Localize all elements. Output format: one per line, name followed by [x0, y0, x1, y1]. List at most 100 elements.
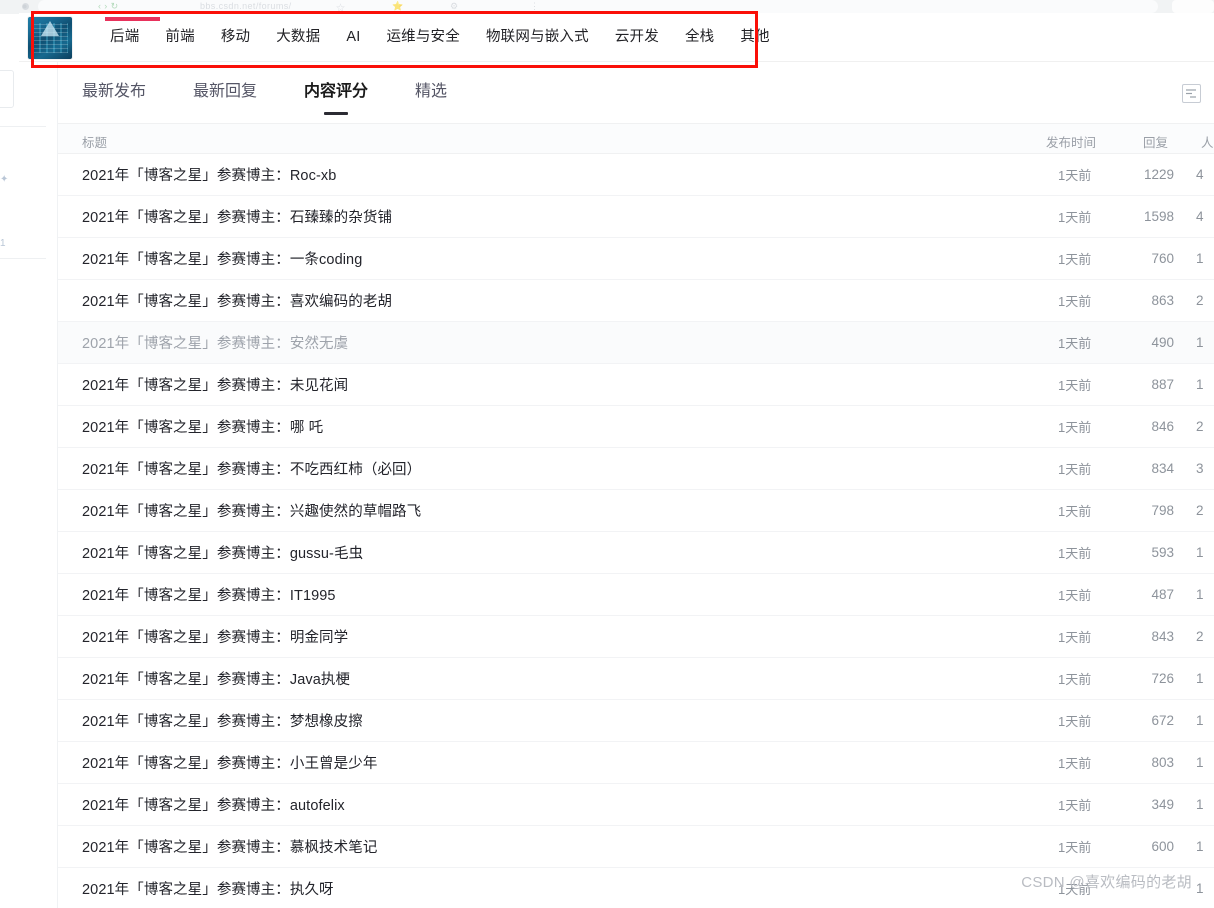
- table-row[interactable]: 2021年「博客之星」参赛博主：autofelix 1天前 349 1: [58, 784, 1214, 826]
- nav-item-1[interactable]: 前端: [152, 13, 207, 62]
- table-row[interactable]: 2021年「博客之星」参赛博主：慕枫技术笔记 1天前 600 1: [58, 826, 1214, 868]
- topic-reply-count: 593: [1151, 545, 1174, 560]
- topic-title-link[interactable]: 2021年「博客之星」参赛博主：一条coding: [82, 248, 362, 269]
- table-row[interactable]: 2021年「博客之星」参赛博主：Roc-xb 1天前 1229 4: [58, 154, 1214, 196]
- topic-title-link[interactable]: 2021年「博客之星」参赛博主：未见花闻: [82, 374, 348, 395]
- table-row[interactable]: 2021年「博客之星」参赛博主：安然无虞 1天前 490 1: [58, 322, 1214, 364]
- topic-publish-time: 1天前: [1058, 336, 1092, 351]
- topic-view-count: 1: [1196, 881, 1204, 896]
- topic-publish-time: 1天前: [1058, 714, 1092, 729]
- topic-title-link[interactable]: 2021年「博客之星」参赛博主：慕枫技术笔记: [82, 836, 377, 857]
- topic-publish-time: 1天前: [1058, 420, 1092, 435]
- table-header-row: 标题 发布时间 回复 人: [58, 124, 1214, 154]
- sort-tab-3[interactable]: 精选: [415, 84, 447, 102]
- topic-title-link[interactable]: 2021年「博客之星」参赛博主：Roc-xb: [82, 164, 336, 185]
- ghost-mark-number: 1: [0, 238, 6, 249]
- forum-topic-list[interactable]: 2021年「博客之星」参赛博主：Roc-xb 1天前 1229 4 2021年「博客之星…: [58, 154, 1214, 908]
- topic-view-count: 1: [1196, 713, 1204, 728]
- topic-title-link[interactable]: 2021年「博客之星」参赛博主：安然无虞: [82, 332, 348, 353]
- table-row[interactable]: 2021年「博客之星」参赛博主：梦想橡皮擦 1天前 672 1: [58, 700, 1214, 742]
- table-row[interactable]: 2021年「博客之星」参赛博主：小王曾是少年 1天前 803 1: [58, 742, 1214, 784]
- nav-item-6[interactable]: 物联网与嵌入式: [473, 13, 602, 62]
- table-row[interactable]: 2021年「博客之星」参赛博主：Java执梗 1天前 726 1: [58, 658, 1214, 700]
- topic-reply-count: 1598: [1143, 209, 1174, 224]
- topic-view-count: 1: [1196, 251, 1204, 266]
- ghost-sidebar: ✦ 1: [0, 62, 58, 908]
- forum-content-panel: 最新发布 最新回复 内容评分 精选 标题 发布时间 回复 人 2021年「博客之星」参…: [58, 62, 1214, 908]
- topic-publish-time: 1天前: [1058, 756, 1092, 771]
- topic-reply-count: 349: [1151, 797, 1174, 812]
- table-row[interactable]: 2021年「博客之星」参赛博主：哪 吒 1天前 846 2: [58, 406, 1214, 448]
- topic-view-count: 2: [1196, 419, 1204, 434]
- topic-title-link[interactable]: 2021年「博客之星」参赛博主：喜欢编码的老胡: [82, 290, 392, 311]
- topic-publish-time: 1天前: [1058, 882, 1092, 897]
- topic-view-count: 4: [1196, 167, 1204, 182]
- topic-title-link[interactable]: 2021年「博客之星」参赛博主：哪 吒: [82, 416, 323, 437]
- table-row[interactable]: 2021年「博客之星」参赛博主：执久呀 1天前 1: [58, 868, 1214, 908]
- topic-view-count: 2: [1196, 629, 1204, 644]
- nav-item-3[interactable]: 大数据: [263, 13, 333, 62]
- topic-title-link[interactable]: 2021年「博客之星」参赛博主：明金同学: [82, 626, 348, 647]
- topic-view-count: 4: [1196, 209, 1204, 224]
- table-row[interactable]: 2021年「博客之星」参赛博主：gussu-毛虫 1天前 593 1: [58, 532, 1214, 574]
- browser-ghost-fragment: bbs.csdn.net/forums/: [200, 1, 292, 11]
- topic-reply-count: 843: [1151, 629, 1174, 644]
- topic-title-link[interactable]: 2021年「博客之星」参赛博主：不吃西红柿（必回）: [82, 458, 421, 479]
- topic-title-link[interactable]: 2021年「博客之星」参赛博主：石臻臻的杂货铺: [82, 206, 392, 227]
- topic-reply-count: 803: [1151, 755, 1174, 770]
- topic-title-link[interactable]: 2021年「博客之星」参赛博主：IT1995: [82, 584, 336, 605]
- sort-tab-1[interactable]: 最新回复: [193, 84, 257, 102]
- browser-profile-box[interactable]: [1172, 0, 1214, 13]
- sort-tab-list: 最新发布 最新回复 内容评分 精选: [82, 62, 494, 124]
- nav-item-8[interactable]: 全栈: [672, 13, 727, 62]
- table-row[interactable]: 2021年「博客之星」参赛博主：石臻臻的杂货铺 1天前 1598 4: [58, 196, 1214, 238]
- table-row[interactable]: 2021年「博客之星」参赛博主：一条coding 1天前 760 1: [58, 238, 1214, 280]
- table-row[interactable]: 2021年「博客之星」参赛博主：不吃西红柿（必回） 1天前 834 3: [58, 448, 1214, 490]
- nav-item-2[interactable]: 移动: [208, 13, 263, 62]
- topic-publish-time: 1天前: [1058, 168, 1092, 183]
- topic-title-link[interactable]: 2021年「博客之星」参赛博主：梦想橡皮擦: [82, 710, 363, 731]
- ghost-sidebar-card: [0, 70, 14, 108]
- layout-toggle-icon[interactable]: [1182, 84, 1201, 103]
- nav-item-4[interactable]: AI: [333, 13, 373, 62]
- topic-reply-count: 760: [1151, 251, 1174, 266]
- browser-ghost-fragment: ⭐: [392, 1, 404, 11]
- ghost-divider: [0, 126, 46, 127]
- nav-item-9[interactable]: 其他: [727, 13, 782, 62]
- topic-title-link[interactable]: 2021年「博客之星」参赛博主：Java执梗: [82, 668, 350, 689]
- topic-view-count: 2: [1196, 293, 1204, 308]
- topic-view-count: 1: [1196, 545, 1204, 560]
- table-row[interactable]: 2021年「博客之星」参赛博主：喜欢编码的老胡 1天前 863 2: [58, 280, 1214, 322]
- topic-title-link[interactable]: 2021年「博客之星」参赛博主：autofelix: [82, 794, 345, 815]
- nav-item-7[interactable]: 云开发: [602, 13, 672, 62]
- topic-view-count: 1: [1196, 587, 1204, 602]
- topic-reply-count: 863: [1151, 293, 1174, 308]
- nav-item-0[interactable]: 后端: [97, 13, 152, 62]
- topic-title-link[interactable]: 2021年「博客之星」参赛博主：执久呀: [82, 878, 334, 899]
- table-row[interactable]: 2021年「博客之星」参赛博主：IT1995 1天前 487 1: [58, 574, 1214, 616]
- topic-title-link[interactable]: 2021年「博客之星」参赛博主：小王曾是少年: [82, 752, 377, 773]
- topic-title-link[interactable]: 2021年「博客之星」参赛博主：兴趣使然的草帽路飞: [82, 500, 421, 521]
- category-nav-list: 后端 前端 移动 大数据 AI 运维与安全 物联网与嵌入式 云开发 全栈 其他: [97, 13, 783, 62]
- topic-reply-count: 726: [1151, 671, 1174, 686]
- table-row[interactable]: 2021年「博客之星」参赛博主：明金同学 1天前 843 2: [58, 616, 1214, 658]
- topic-title-link[interactable]: 2021年「博客之星」参赛博主：gussu-毛虫: [82, 542, 363, 563]
- sort-tab-0[interactable]: 最新发布: [82, 84, 146, 102]
- topic-reply-count: 798: [1151, 503, 1174, 518]
- topic-publish-time: 1天前: [1058, 294, 1092, 309]
- browser-ghost-fragment: ●: [22, 1, 28, 11]
- table-row[interactable]: 2021年「博客之星」参赛博主：未见花闻 1天前 887 1: [58, 364, 1214, 406]
- csdn-forum-logo[interactable]: [28, 17, 72, 59]
- topic-view-count: 1: [1196, 797, 1204, 812]
- topic-reply-count: 487: [1151, 587, 1174, 602]
- nav-item-5[interactable]: 运维与安全: [373, 13, 473, 62]
- topic-publish-time: 1天前: [1058, 504, 1092, 519]
- sort-tab-2[interactable]: 内容评分: [304, 84, 368, 102]
- column-header-time: 发布时间: [1046, 136, 1097, 150]
- table-row[interactable]: 2021年「博客之星」参赛博主：兴趣使然的草帽路飞 1天前 798 2: [58, 490, 1214, 532]
- topic-reply-count: 846: [1151, 419, 1174, 434]
- browser-ghost-fragment: ⚙: [450, 1, 459, 11]
- topic-publish-time: 1天前: [1058, 840, 1092, 855]
- topic-reply-count: 834: [1151, 461, 1174, 476]
- topic-publish-time: 1天前: [1058, 210, 1092, 225]
